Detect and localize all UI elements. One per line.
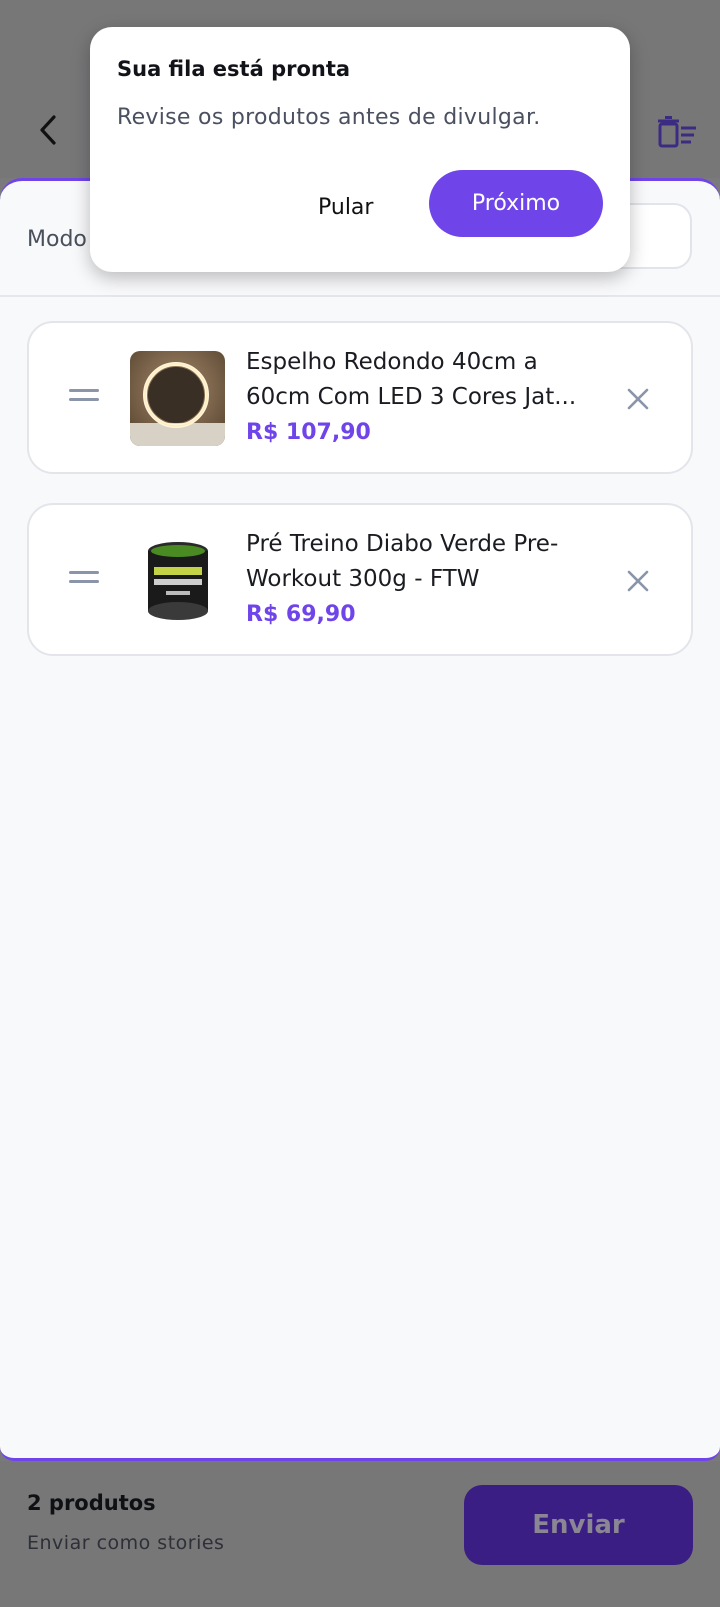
close-icon xyxy=(627,570,649,592)
back-button[interactable] xyxy=(30,112,66,148)
close-icon xyxy=(627,388,649,410)
clear-queue-button[interactable] xyxy=(658,116,698,150)
footer-bar: 2 produtos Enviar como stories Enviar xyxy=(0,1461,720,1607)
tooltip-body: Revise os produtos antes de divulgar. xyxy=(117,105,541,130)
send-mode-text: Enviar como stories xyxy=(27,1532,225,1554)
round-led-mirror-image xyxy=(130,351,225,446)
drag-handle-icon[interactable] xyxy=(69,571,99,587)
product-count: 2 produtos xyxy=(27,1491,156,1515)
onboarding-tooltip: Sua fila está pronta Revise os produtos … xyxy=(90,27,630,272)
chevron-left-icon xyxy=(40,115,56,145)
clear-queue-icon xyxy=(658,116,696,148)
send-button[interactable]: Enviar xyxy=(464,1485,693,1565)
preworkout-jar-image xyxy=(130,533,225,628)
product-card[interactable]: Pré Treino Diabo Verde Pre-Workout 300g … xyxy=(27,503,693,656)
next-button[interactable]: Próximo xyxy=(429,170,603,237)
drag-handle-icon[interactable] xyxy=(69,389,99,405)
tooltip-title: Sua fila está pronta xyxy=(117,57,351,81)
product-title: Espelho Redondo 40cm a 60cm Com LED 3 Co… xyxy=(246,349,577,410)
mode-label: Modo xyxy=(27,227,87,252)
remove-button[interactable] xyxy=(623,566,653,596)
skip-button[interactable]: Pular xyxy=(318,187,373,227)
queue-panel: Modo Espelho Redondo 40cm a 60cm Com LED… xyxy=(0,178,720,1461)
product-price: R$ 69,90 xyxy=(246,602,356,627)
remove-button[interactable] xyxy=(623,384,653,414)
product-price: R$ 107,90 xyxy=(246,420,371,445)
product-title: Pré Treino Diabo Verde Pre-Workout 300g … xyxy=(246,531,559,592)
product-card[interactable]: Espelho Redondo 40cm a 60cm Com LED 3 Co… xyxy=(27,321,693,474)
